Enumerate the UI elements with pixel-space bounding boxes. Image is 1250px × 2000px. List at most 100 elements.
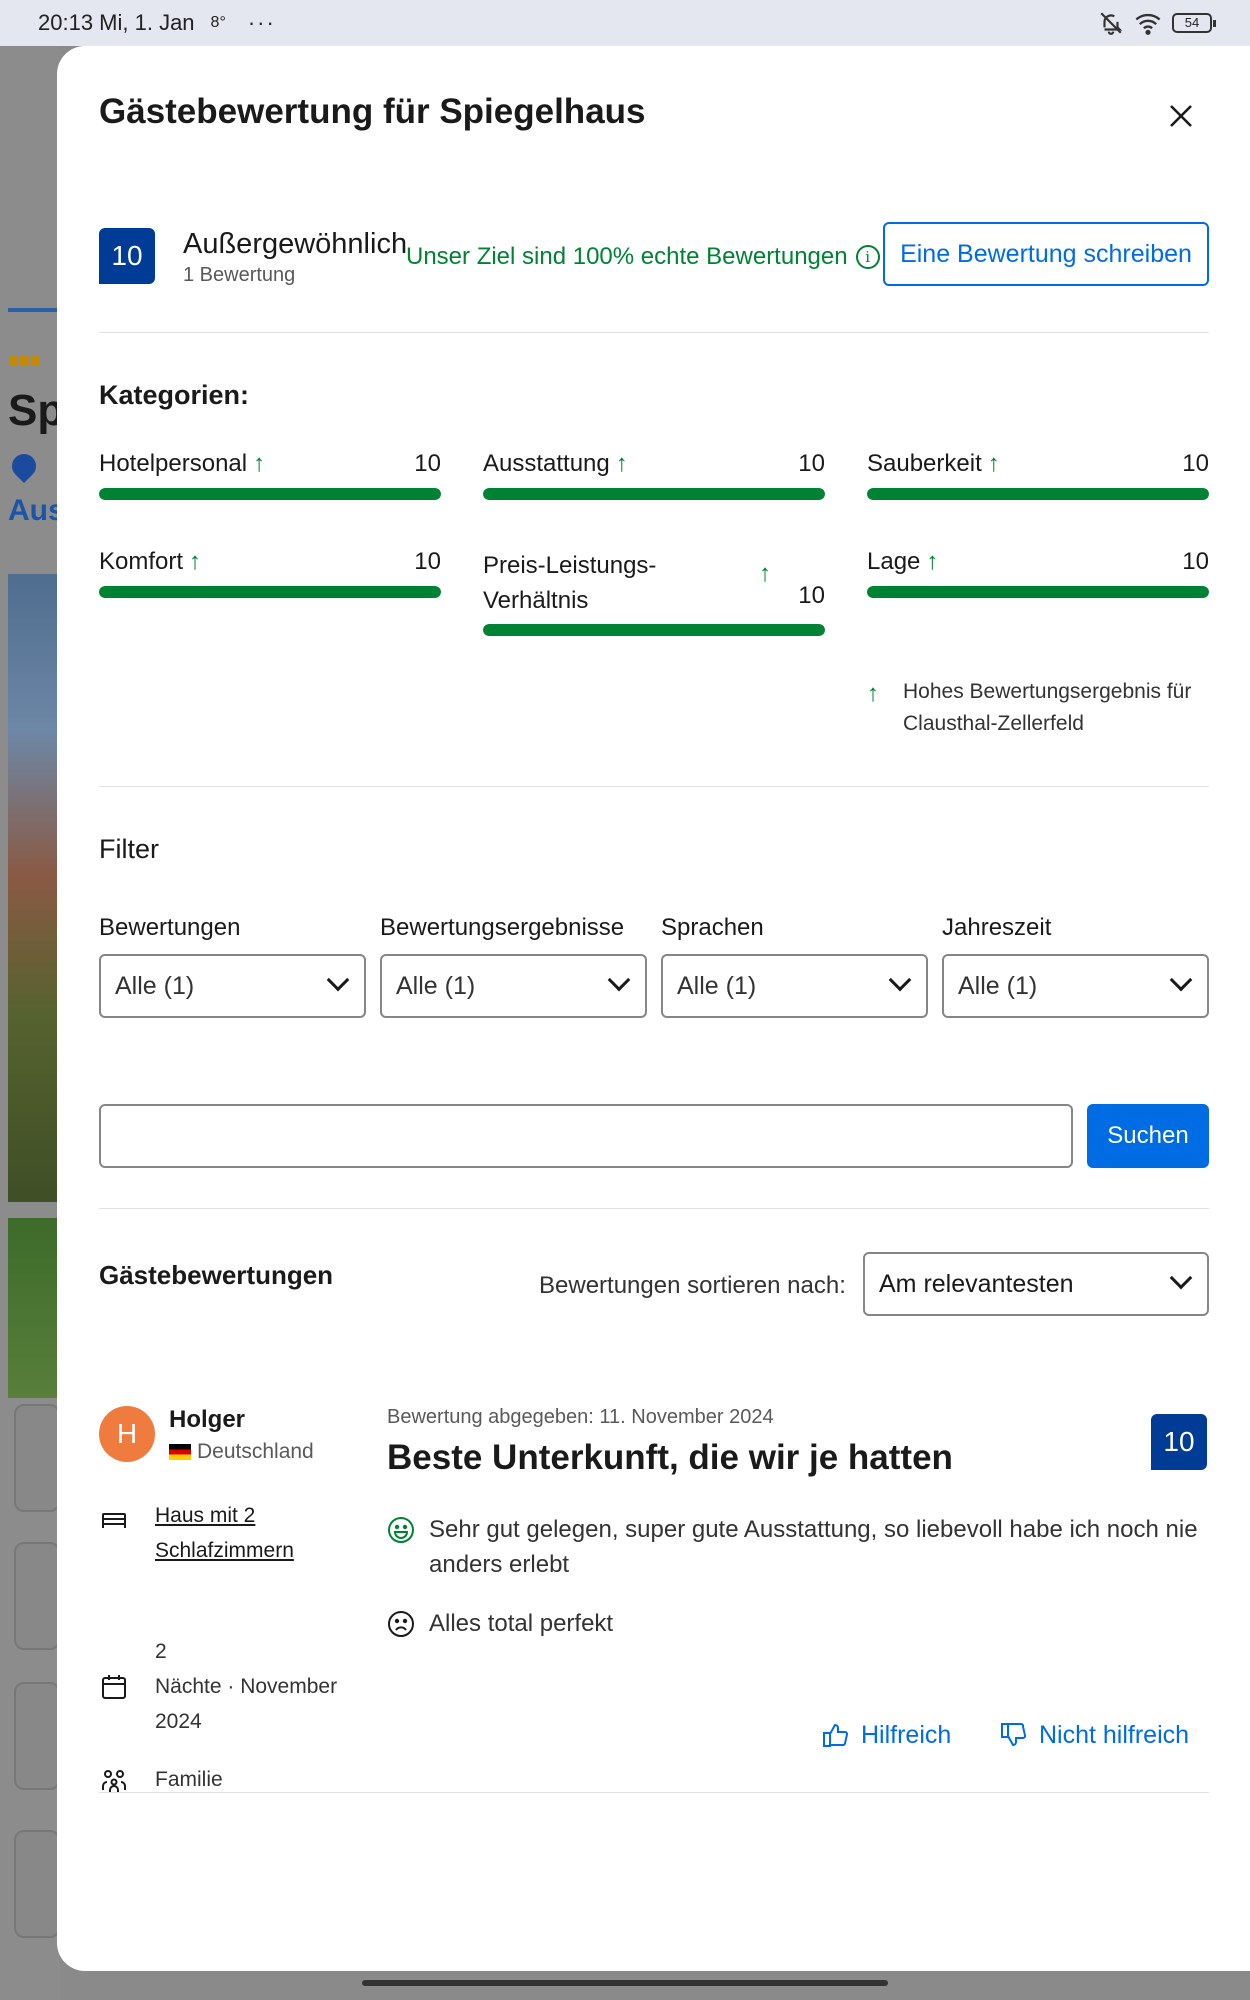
select-value: Alle (1) [958,971,1038,1000]
category-bar-fill [867,488,1209,500]
review-positive: Sehr gut gelegen, super gute Ausstattung… [387,1512,1209,1582]
bed-icon [102,1513,126,1528]
filter-scores-select[interactable]: Alle (1) [380,954,647,1018]
status-icons: 54 [1098,10,1216,36]
high-score-note: ↑ Hohes Bewertungsergebnis für Clausthal… [867,676,1207,740]
category-bar-fill [483,488,825,500]
category-bar [99,488,441,500]
overall-score-badge: 10 [99,228,155,284]
filter-heading: Filter [99,834,159,864]
select-value: Alle (1) [396,971,476,1000]
category-score: 10 [798,450,825,477]
stay-duration: 2 Nächte · November 2024 [99,1634,359,1740]
category-bar [483,488,825,500]
germany-flag-icon [169,1444,191,1460]
nights-count: 2 [155,1640,167,1663]
info-icon[interactable]: i [855,245,880,269]
arrow-up-icon: ↑ [189,548,202,575]
star-rating-icon: ■■■ [8,350,41,370]
category-score: 10 [414,450,441,477]
status-time: 20:13 Mi, 1. Jan [38,10,195,35]
write-review-button[interactable]: Eine Bewertung schreiben [883,222,1209,286]
review-positive-text: Sehr gut gelegen, super gute Ausstattung… [429,1516,1198,1578]
chevron-down-icon [607,968,631,992]
helpful-label: Hilfreich [861,1720,952,1749]
category-score: 10 [1182,450,1209,477]
wifi-icon [1135,13,1161,35]
genuine-reviews-text: Unser Ziel sind 100% echte Bewertungen [406,243,848,270]
review-title: Beste Unterkunft, die wir je hatten [387,1438,953,1477]
category-bar-fill [867,586,1209,598]
room-type-link-2[interactable]: Schlafzimmern [155,1533,355,1568]
genuine-reviews-note[interactable]: Unser Ziel sind 100% echte Bewertungen i [406,243,880,271]
filter-languages: Sprachen Alle (1) [661,914,928,1024]
filter-season-select[interactable]: Alle (1) [942,954,1209,1018]
category-bar [867,586,1209,598]
divider [99,1792,1209,1793]
close-icon[interactable] [1161,96,1201,136]
category-label: Lage [867,548,921,575]
arrow-up-icon: ↑ [867,680,879,707]
category-label: Preis-Leistungs-Verhältnis [483,552,657,614]
reviewer-country: Deutschland [169,1440,314,1464]
review-search-input[interactable] [99,1104,1073,1168]
filter-reviews-select[interactable]: Alle (1) [99,954,366,1018]
category-ausstattung: Ausstattung ↑ 10 [483,450,825,500]
review-score-badge: 10 [1151,1414,1207,1470]
room-type-link[interactable]: Haus mit 2 [155,1498,355,1533]
background-title: Sp [8,386,65,435]
background-tab-indicator [8,308,58,312]
search-button[interactable]: Suchen [1087,1104,1209,1168]
reviewer-name: Holger [169,1406,246,1433]
nights-year: 2024 [155,1710,202,1733]
background-card [14,1830,60,1938]
traveler-type: Familie [99,1762,359,1802]
category-label: Komfort [99,548,184,575]
thumbs-up-icon [823,1723,849,1747]
thumbs-down-icon [1001,1723,1027,1747]
arrow-up-icon: ↑ [253,450,266,477]
calendar-icon [102,1675,126,1699]
category-bar [867,488,1209,500]
category-bar-fill [99,488,441,500]
high-score-note-text: Hohes Bewertungsergebnis für Clausthal-Z… [903,680,1192,735]
divider [99,332,1209,333]
status-more-icon: ··· [247,10,276,35]
helpful-button[interactable]: Hilfreich [821,1720,951,1750]
frown-icon [388,1611,414,1637]
not-helpful-button[interactable]: Nicht hilfreich [999,1720,1189,1750]
overall-score-label: Außergewöhnlich [183,228,408,260]
chevron-down-icon [326,968,350,992]
nights-line: Nächte · November [155,1675,338,1698]
divider [99,786,1209,787]
filter-label: Jahreszeit [942,914,1052,941]
room-type: Haus mit 2 Schlafzimmern [99,1498,359,1568]
arrow-up-icon: ↑ [759,560,771,587]
filter-label: Bewertungsergebnisse [380,914,625,941]
category-bar-fill [483,624,825,636]
select-value: Alle (1) [115,971,195,1000]
avatar: H [99,1406,155,1462]
reviewer-country-text: Deutschland [197,1440,314,1463]
bell-off-icon [1100,12,1123,35]
background-card [14,1682,60,1790]
category-label: Sauberkeit [867,450,982,477]
status-bar: 20:13 Mi, 1. Jan 8° ··· 54 [0,0,1250,46]
filter-languages-select[interactable]: Alle (1) [661,954,928,1018]
category-hotelpersonal: Hotelpersonal ↑ 10 [99,450,441,500]
sort-select[interactable]: Am relevantesten [863,1252,1209,1316]
background-photo-2 [8,1218,60,1398]
filter-label: Sprachen [661,914,764,941]
categories-heading: Kategorien: [99,380,250,410]
filter-label: Bewertungen [99,914,241,941]
review-negative: Alles total perfekt [387,1606,1209,1641]
sort-value: Am relevantesten [879,1269,1074,1298]
select-value: Alle (1) [677,971,757,1000]
reviews-modal: Gästebewertung für Spiegelhaus 10 Außerg… [57,46,1250,1971]
category-score: 10 [798,582,825,609]
category-bar [483,624,825,636]
home-indicator[interactable] [362,1980,888,1986]
chevron-down-icon [1169,1266,1193,1290]
arrow-up-icon: ↑ [926,548,939,575]
divider [99,1208,1209,1209]
